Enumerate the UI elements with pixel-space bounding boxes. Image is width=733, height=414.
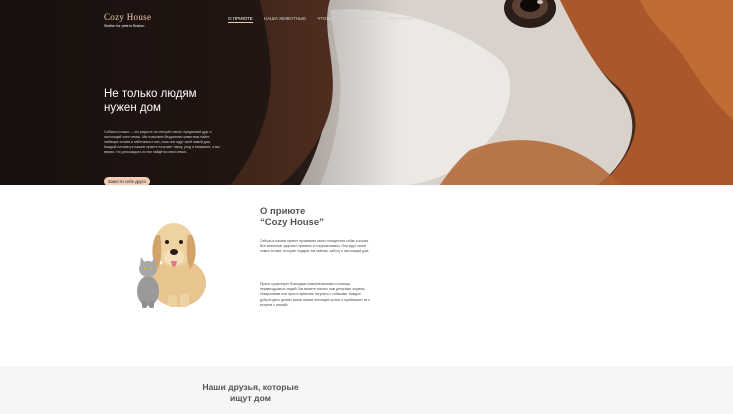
hero-title-line1: Не только людям: [104, 88, 197, 100]
friends-section: Наши друзья, которые ищут дом: [0, 366, 733, 414]
friends-title-line1: Наши друзья, которые: [202, 382, 299, 392]
make-friend-button[interactable]: Завести себе друга: [104, 177, 150, 185]
about-paragraph-1: Сейчас в нашем приюте проживает около пя…: [260, 239, 370, 254]
dog-and-cat-image: [137, 223, 206, 308]
about-title-line2: “Cozy House”: [260, 217, 324, 228]
logo-title: Cozy House: [104, 12, 152, 22]
logo-subtitle: Shelter for pets in Boston: [104, 24, 145, 28]
about-title: О приюте “Cozy House”: [260, 206, 380, 228]
friends-title-line2: ищут дом: [230, 393, 271, 403]
about-section: О приюте “Cozy House” Сейчас в нашем при…: [0, 185, 733, 366]
hero-title-line2: нужен дом: [104, 102, 161, 114]
about-title-line1: О приюте: [260, 206, 306, 217]
hero-section: Cozy House Shelter for pets in Boston О …: [0, 0, 733, 185]
friends-title: Наши друзья, которые ищут дом: [0, 382, 733, 404]
hero-title: Не только людям нужен дом: [104, 87, 244, 115]
about-paragraph-2: Приют существует благодаря пожертвования…: [260, 282, 370, 307]
hero-description: Собака и кошка — это радость на четырёх …: [104, 130, 220, 154]
nav-item-help-shelter[interactable]: ЧТОБЫ ПОМОЧЬ ПРИЮТУ: [317, 16, 376, 23]
nav-item-our-pets[interactable]: НАШИ ЖИВОТНЫЕ: [264, 16, 306, 23]
nav-item-about[interactable]: О ПРИЮТЕ: [228, 16, 253, 23]
main-nav: О ПРИЮТЕ НАШИ ЖИВОТНЫЕ ЧТОБЫ ПОМОЧЬ ПРИЮ…: [228, 16, 412, 23]
logo[interactable]: Cozy House Shelter for pets in Boston: [104, 12, 151, 29]
nav-item-contacts[interactable]: КОНТАКТЫ: [387, 16, 412, 23]
